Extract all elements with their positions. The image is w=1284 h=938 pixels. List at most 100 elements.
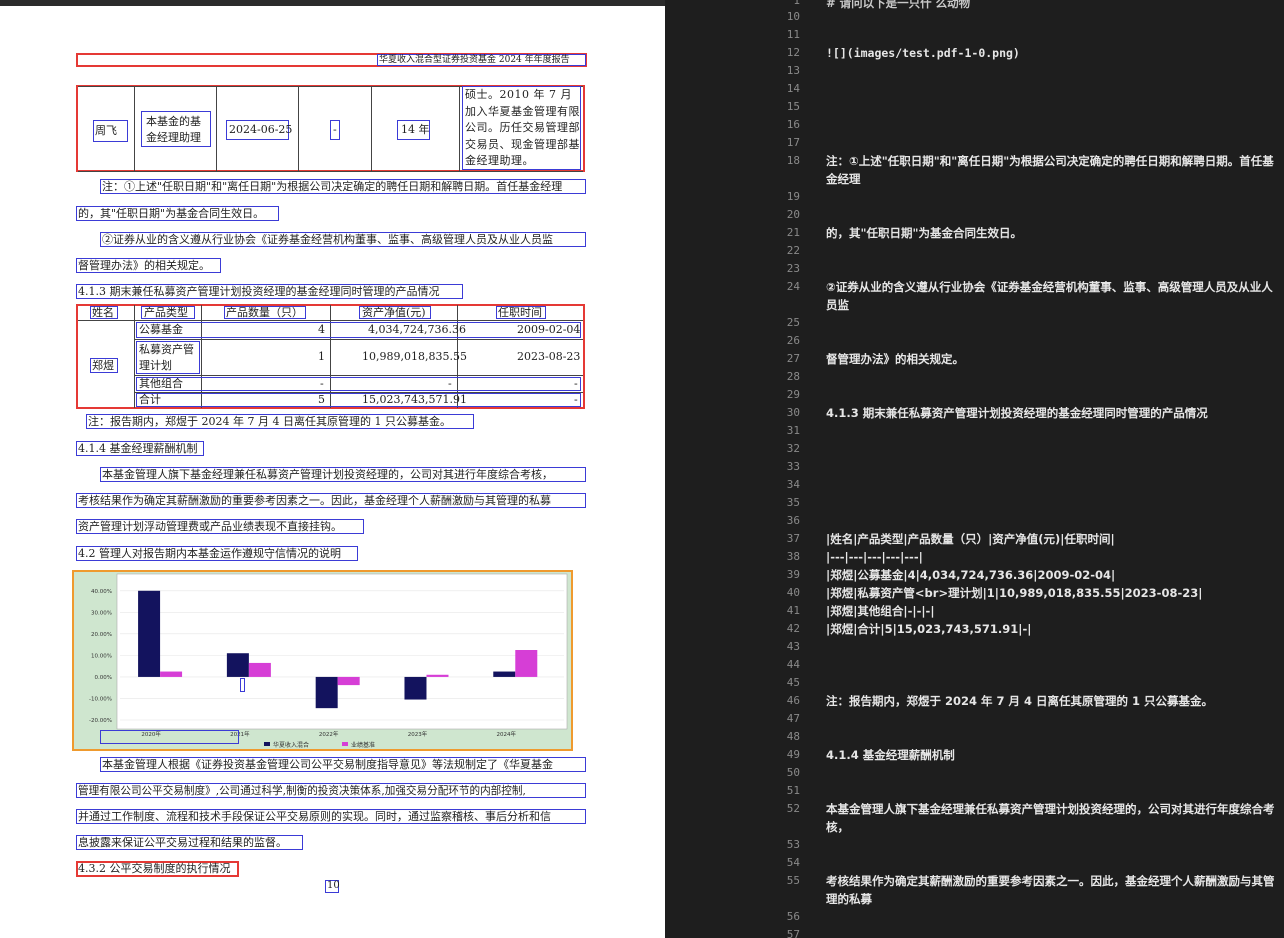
section-4-3-2: 4.3.2 公平交易制度的执行情况 (78, 862, 231, 875)
editor-line-text[interactable]: |---|---|---|---|---| (826, 548, 1281, 566)
line-number: 42 (786, 622, 800, 635)
editor-line-text[interactable]: 注：报告期内，郑煜于 2024 年 7 月 4 日离任其原管理的 1 只公募基金… (826, 692, 1281, 710)
line-number: 38 (786, 550, 800, 563)
note-3: 注：报告期内，郑煜于 2024 年 7 月 4 日离任其原管理的 1 只公募基金… (88, 415, 451, 428)
product-row-type: 其他组合 (139, 377, 183, 390)
line-number: 27 (786, 352, 800, 365)
line-number: 43 (786, 640, 800, 653)
manager-years: 14 年 (401, 123, 430, 136)
line-number: 34 (786, 478, 800, 491)
product-manager-name: 郑煜 (92, 359, 114, 372)
line-number: 36 (786, 514, 800, 527)
product-row-nav: 10,989,018,835.55 (362, 350, 467, 363)
line-number: 47 (786, 712, 800, 725)
product-row-count: 5 (318, 393, 325, 406)
layout-box-chart (72, 570, 573, 751)
layout-box-row (136, 377, 581, 391)
product-row-count: 4 (318, 323, 325, 336)
page-number: 10 (327, 880, 340, 891)
editor-line-text[interactable]: |姓名|产品类型|产品数量（只）|资产净值(元)|任职时间| (826, 530, 1281, 548)
manager-bio: 硕士。2010 年 7 月加入华夏基金管理有限公司。历任交易管理部交易员、现金管… (465, 88, 580, 167)
line-number: 54 (786, 856, 800, 869)
col-header-name: 姓名 (92, 306, 114, 319)
product-row-date: 2009-02-04 (517, 323, 581, 336)
line-number: 19 (786, 190, 800, 203)
pdf-page-preview: 华夏收入混合型证券投资基金 2024 年年度报告 周飞 本基金的基金经理助理 2… (0, 0, 665, 938)
editor-line-text[interactable]: |郑煜|公募基金|4|4,034,724,736.36|2009-02-04| (826, 566, 1281, 584)
line-number: 1 (793, 0, 800, 7)
col-header-nav: 资产净值(元) (362, 306, 426, 319)
product-row-count: - (320, 377, 324, 390)
line-number: 16 (786, 118, 800, 131)
editor-line-text[interactable]: |郑煜|私募资产管<br>理计划|1|10,989,018,835.55|202… (826, 584, 1281, 602)
line-number: 11 (786, 28, 800, 41)
editor-top-line[interactable]: # 请问以下是一只什 么动物 (826, 0, 1281, 12)
layout-box-chart-caption (100, 730, 239, 744)
line-number: 51 (786, 784, 800, 797)
line-number: 46 (786, 694, 800, 707)
editor-line-text[interactable]: 4.1.3 期末兼任私募资产管理计划投资经理的基金经理同时管理的产品情况 (826, 404, 1281, 422)
product-row-type: 合计 (139, 393, 161, 406)
product-row-nav: 4,034,724,736.36 (368, 323, 466, 336)
product-row-date: - (574, 377, 578, 390)
para-4-1-4-line-3: 资产管理计划浮动管理费或产品业绩表现不直接挂钩。 (78, 520, 342, 533)
editor-line-text[interactable]: ![](images/test.pdf-1-0.png) (826, 44, 1281, 62)
para-4-2-line-3: 并通过工作制度、流程和技术手段保证公平交易原则的实现。同时，通过监察稽核、事后分… (78, 810, 551, 823)
editor-line-text[interactable]: 的，其"任职日期"为基金合同生效日。 (826, 224, 1281, 242)
editor-line-text[interactable]: 督管理办法》的相关规定。 (826, 350, 1281, 368)
line-number: 26 (786, 334, 800, 347)
editor-line-text[interactable]: |郑煜|其他组合|-|-|-| (826, 602, 1281, 620)
manager-name: 周飞 (95, 124, 117, 137)
manager-end-date: - (333, 123, 337, 136)
line-number: 12 (786, 46, 800, 59)
line-number: 39 (786, 568, 800, 581)
line-number: 41 (786, 604, 800, 617)
line-number: 45 (786, 676, 800, 689)
para-4-1-4-line-2: 考核结果作为确定其薪酬激励的重要参考因素之一。因此，基金经理个人薪酬激励与其管理… (78, 494, 551, 507)
manager-role: 本基金的基金经理助理 (146, 115, 201, 144)
product-row-count: 1 (318, 350, 325, 363)
line-number: 31 (786, 424, 800, 437)
para-4-2-line-1: 本基金管理人根据《证券投资基金管理公司公平交易制度指导意见》等法规制定了《华夏基… (102, 758, 553, 771)
layout-box-chart-mark (240, 678, 245, 692)
editor-line-text[interactable]: 本基金管理人旗下基金经理兼任私募资产管理计划投资经理的，公司对其进行年度综合考核… (826, 800, 1281, 836)
line-number: 20 (786, 208, 800, 221)
line-number: 10 (786, 10, 800, 23)
product-row-type: 公募基金 (139, 323, 183, 336)
line-number: 37 (786, 532, 800, 545)
line-number: 21 (786, 226, 800, 239)
line-number: 32 (786, 442, 800, 455)
editor-line-text[interactable]: 考核结果作为确定其薪酬激励的重要参考因素之一。因此，基金经理个人薪酬激励与其管理… (826, 872, 1281, 908)
editor-line-text[interactable]: 注：①上述"任职日期"和"离任日期"为根据公司决定确定的聘任日期和解聘日期。首任… (826, 152, 1281, 188)
line-number: 44 (786, 658, 800, 671)
line-number: 17 (786, 136, 800, 149)
line-number: 49 (786, 748, 800, 761)
line-number: 15 (786, 100, 800, 113)
product-row-type: 私募资产管理计划 (139, 343, 194, 372)
product-row-date: - (574, 393, 578, 406)
manager-start-date: 2024-06-25 (229, 123, 293, 136)
line-number: 25 (786, 316, 800, 329)
line-number: 14 (786, 82, 800, 95)
line-number: 48 (786, 730, 800, 743)
line-number: 40 (786, 586, 800, 599)
note-1-line-2: 的，其"任职日期"为基金合同生效日。 (78, 207, 265, 220)
col-header-date: 任职时间 (498, 306, 542, 319)
editor-line-text[interactable]: ②证券从业的含义遵从行业协会《证券基金经营机构董事、监事、高级管理人员及从业人员… (826, 278, 1281, 314)
line-number: 33 (786, 460, 800, 473)
editor-line-text[interactable]: |郑煜|合计|5|15,023,743,571.91|-| (826, 620, 1281, 638)
line-number: 23 (786, 262, 800, 275)
product-row-nav: 15,023,743,571.91 (362, 393, 467, 406)
note-2-line-1: ②证券从业的含义遵从行业协会《证券基金经营机构董事、监事、高级管理人员及从业人员… (102, 233, 553, 246)
para-4-2-line-4: 息披露来保证公平交易过程和结果的监督。 (78, 836, 287, 849)
line-number: 24 (786, 280, 800, 293)
line-number: 22 (786, 244, 800, 257)
line-number: 18 (786, 154, 800, 167)
line-number: 35 (786, 496, 800, 509)
line-number: 30 (786, 406, 800, 419)
markdown-editor[interactable]: # 请问以下是一只什 么动物 1 10 11 12 ![](images/test.p… (762, 0, 1284, 938)
layout-box-row (136, 322, 581, 338)
editor-line-text[interactable]: 4.1.4 基金经理薪酬机制 (826, 746, 1281, 764)
line-number: 28 (786, 370, 800, 383)
col-header-type: 产品类型 (144, 306, 188, 319)
